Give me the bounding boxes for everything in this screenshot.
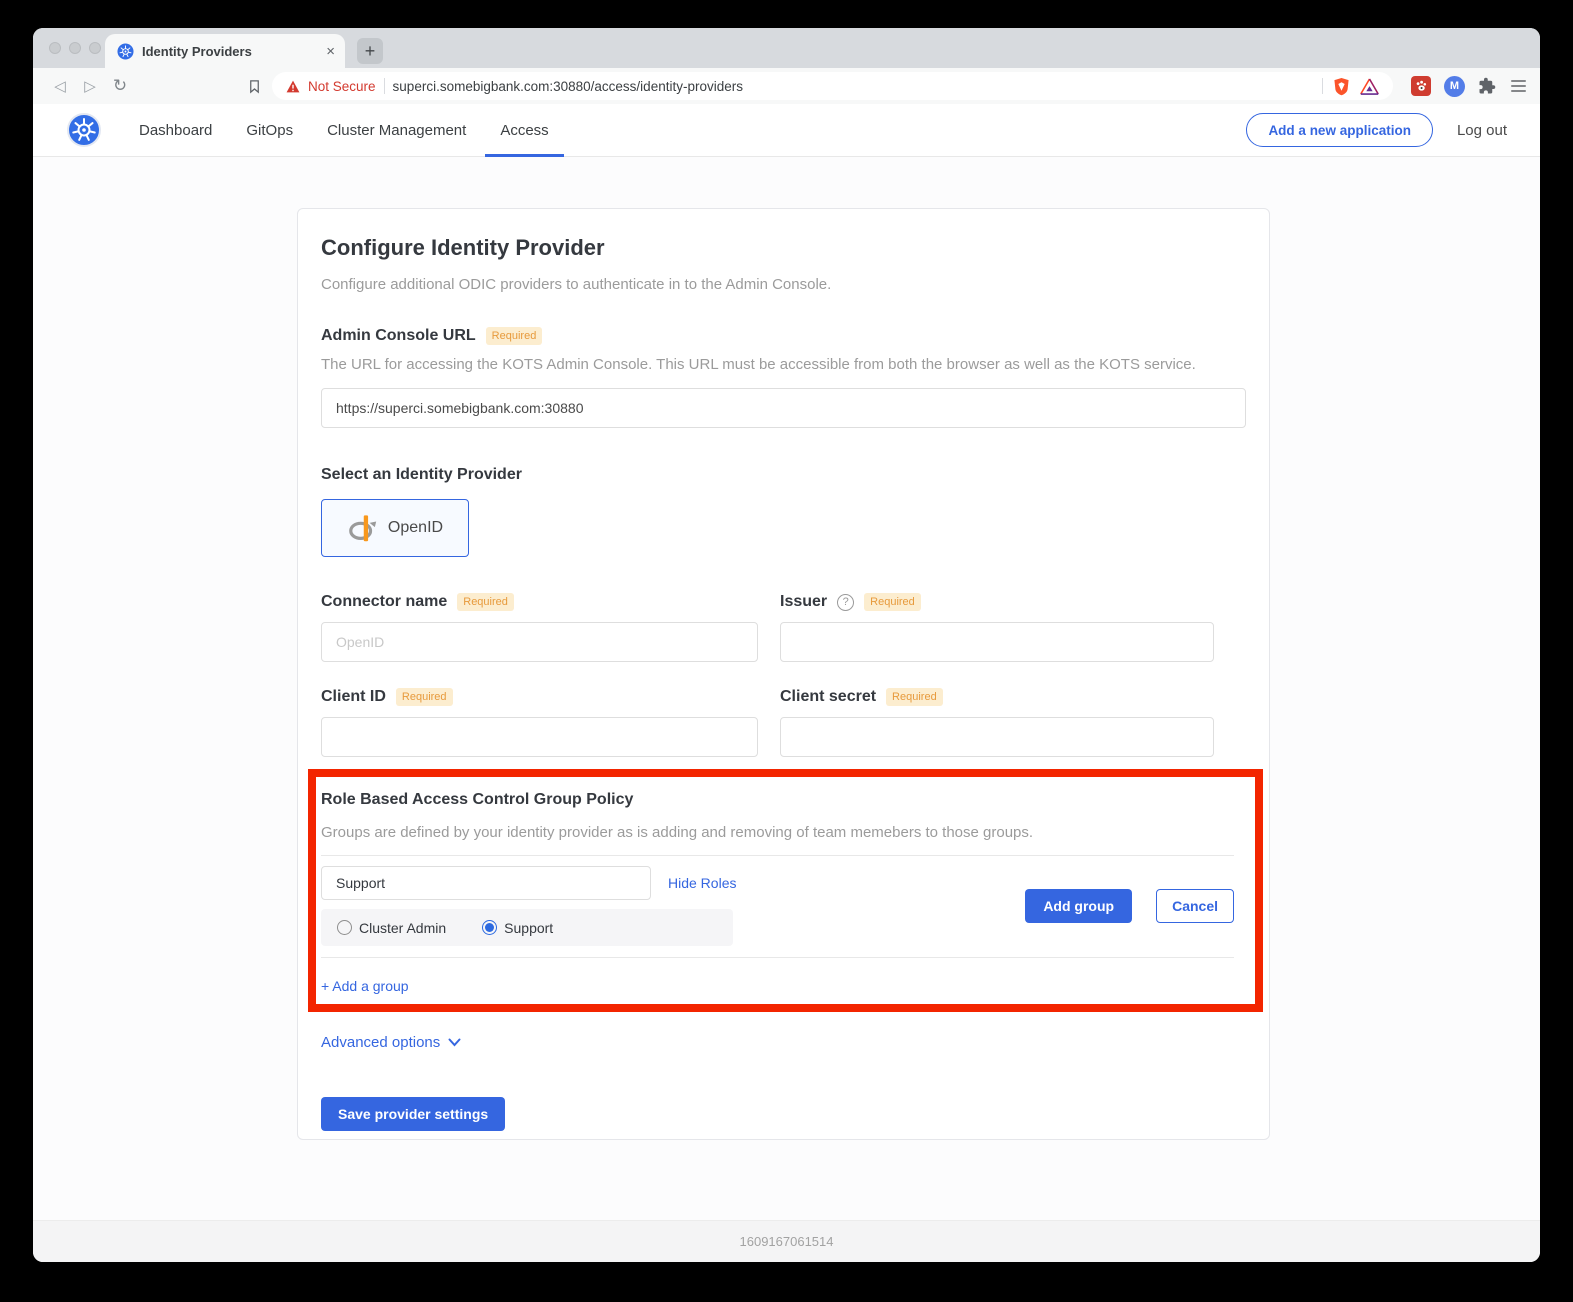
chevron-down-icon	[448, 1038, 461, 1047]
save-provider-settings-button[interactable]: Save provider settings	[321, 1097, 505, 1131]
issuer-label: Issuer	[780, 593, 827, 611]
divider	[321, 957, 1234, 958]
issuer-field: Issuer ? Required	[780, 593, 1214, 662]
openid-provider-button[interactable]: OpenID	[321, 499, 469, 557]
client-id-input[interactable]	[321, 717, 758, 757]
openid-logo-icon	[347, 514, 379, 543]
client-id-field: Client ID Required	[321, 688, 758, 757]
extension-icon[interactable]	[1411, 76, 1431, 96]
minimize-window-button[interactable]	[69, 42, 81, 54]
page-title: Configure Identity Provider	[321, 235, 1246, 261]
issuer-help-icon[interactable]: ?	[837, 594, 854, 611]
tab-bar: Identity Providers × +	[33, 28, 1540, 68]
reload-icon[interactable]: ↻	[105, 76, 135, 96]
rbac-section-highlight: Role Based Access Control Group Policy G…	[308, 769, 1263, 1012]
select-provider-label: Select an Identity Provider	[321, 466, 1246, 484]
zoom-window-button[interactable]	[89, 42, 101, 54]
new-tab-button[interactable]: +	[357, 38, 383, 64]
role-label: Support	[504, 920, 553, 936]
close-window-button[interactable]	[49, 42, 61, 54]
menu-icon[interactable]	[1509, 78, 1528, 94]
roles-radio-group: Cluster Admin Support	[321, 909, 733, 946]
admin-console-url-input[interactable]	[321, 388, 1246, 428]
back-icon[interactable]: ◁	[45, 77, 75, 95]
identity-provider-card: Configure Identity Provider Configure ad…	[297, 208, 1270, 1140]
divider	[384, 78, 385, 94]
profile-avatar[interactable]: M	[1444, 76, 1465, 97]
openid-button-label: OpenID	[388, 519, 443, 537]
client-secret-label: Client secret	[780, 688, 876, 706]
brave-shield-icon[interactable]	[1333, 77, 1350, 96]
connector-name-label: Connector name	[321, 593, 447, 611]
url-text[interactable]: superci.somebigbank.com:30880/access/ide…	[393, 79, 743, 94]
connector-name-field: Connector name Required	[321, 593, 758, 662]
client-id-label: Client ID	[321, 688, 386, 706]
advanced-options-toggle[interactable]: Advanced options	[321, 1034, 461, 1051]
log-out-link[interactable]: Log out	[1457, 122, 1507, 139]
footer-timestamp: 1609167061514	[740, 1234, 834, 1249]
extension-area: M	[1411, 76, 1528, 97]
rbac-title: Role Based Access Control Group Policy	[321, 791, 1234, 809]
radio-unselected-icon[interactable]	[337, 920, 352, 935]
required-badge: Required	[886, 688, 943, 706]
tab-close-icon[interactable]: ×	[326, 44, 335, 59]
extensions-puzzle-icon[interactable]	[1478, 77, 1496, 95]
nav-item-dashboard[interactable]: Dashboard	[122, 104, 229, 156]
required-badge: Required	[457, 593, 514, 611]
advanced-options-label: Advanced options	[321, 1034, 440, 1051]
window-controls	[49, 42, 101, 54]
group-editor: Hide Roles Cluster Admin Support	[321, 856, 1234, 946]
role-option-support[interactable]: Support	[482, 920, 553, 936]
role-option-cluster-admin[interactable]: Cluster Admin	[337, 920, 446, 936]
divider	[1322, 78, 1323, 94]
required-badge: Required	[486, 327, 543, 345]
not-secure-label[interactable]: Not Secure	[308, 79, 376, 94]
client-secret-input[interactable]	[780, 717, 1214, 757]
page-content: Configure Identity Provider Configure ad…	[33, 157, 1540, 1220]
required-badge: Required	[396, 688, 453, 706]
role-label: Cluster Admin	[359, 920, 446, 936]
nav-item-cluster-management[interactable]: Cluster Management	[310, 104, 483, 156]
add-new-application-button[interactable]: Add a new application	[1246, 113, 1433, 147]
app-navbar: Dashboard GitOps Cluster Management Acce…	[33, 104, 1540, 157]
required-badge: Required	[864, 593, 921, 611]
warning-triangle-icon	[286, 80, 300, 93]
add-a-group-link[interactable]: + Add a group	[321, 978, 409, 994]
admin-console-url-label: Admin Console URL	[321, 327, 476, 345]
nav-links: Dashboard GitOps Cluster Management Acce…	[122, 104, 566, 156]
kubernetes-logo-icon[interactable]	[66, 112, 102, 148]
client-secret-field: Client secret Required	[780, 688, 1214, 757]
forward-icon[interactable]: ▷	[75, 77, 105, 95]
cancel-button[interactable]: Cancel	[1156, 889, 1234, 923]
nav-item-gitops[interactable]: GitOps	[229, 104, 310, 156]
tab-title: Identity Providers	[142, 44, 318, 59]
nav-item-access[interactable]: Access	[483, 104, 565, 156]
group-name-input[interactable]	[321, 866, 651, 900]
footer: 1609167061514	[33, 1220, 1540, 1262]
browser-toolbar: ◁ ▷ ↻ Not Secure superci.somebigbank.com…	[33, 68, 1540, 104]
bookmark-icon[interactable]	[247, 79, 262, 94]
address-bar[interactable]: Not Secure superci.somebigbank.com:30880…	[272, 72, 1393, 100]
connector-name-input[interactable]	[321, 622, 758, 662]
hide-roles-link[interactable]: Hide Roles	[668, 875, 736, 891]
issuer-input[interactable]	[780, 622, 1214, 662]
add-group-button[interactable]: Add group	[1025, 889, 1132, 923]
browser-window: Identity Providers × + ◁ ▷ ↻ Not Secure …	[33, 28, 1540, 1262]
page-subtitle: Configure additional ODIC providers to a…	[321, 276, 1246, 293]
tab-favicon-kubernetes-icon	[117, 43, 134, 60]
admin-console-url-help: The URL for accessing the KOTS Admin Con…	[321, 356, 1246, 373]
rbac-description: Groups are defined by your identity prov…	[321, 824, 1234, 841]
bat-rewards-icon[interactable]	[1360, 78, 1379, 95]
browser-tab[interactable]: Identity Providers ×	[105, 34, 345, 68]
radio-selected-icon[interactable]	[482, 920, 497, 935]
